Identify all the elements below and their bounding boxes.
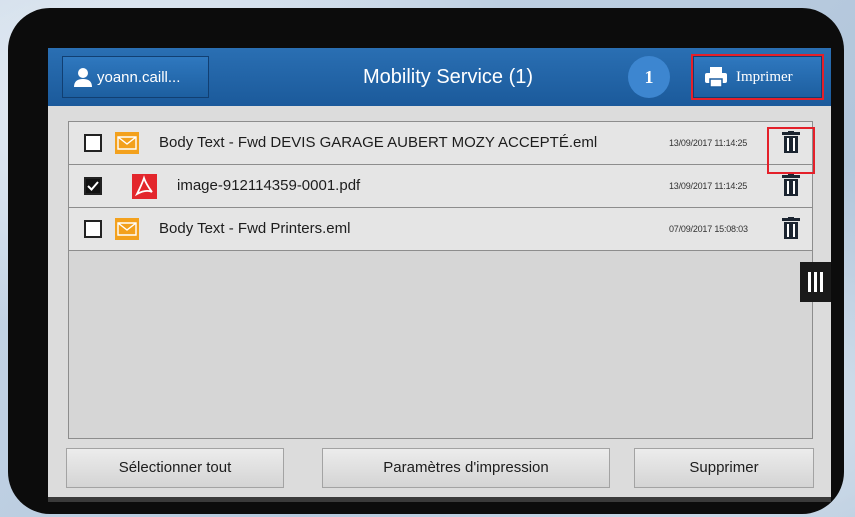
email-icon	[115, 218, 139, 240]
bottom-bar	[48, 497, 831, 502]
file-row[interactable]: image-912114359-0001.pdf 13/09/2017 11:1…	[69, 165, 812, 208]
file-name: Body Text - Fwd DEVIS GARAGE AUBERT MOZY…	[159, 134, 598, 151]
file-row[interactable]: Body Text - Fwd Printers.eml 07/09/2017 …	[69, 208, 812, 251]
trash-icon[interactable]	[782, 217, 800, 239]
print-label: Imprimer	[736, 68, 793, 85]
scroll-handle[interactable]	[800, 262, 831, 302]
file-date: 07/09/2017 15:08:03	[669, 224, 748, 234]
file-list: Body Text - Fwd DEVIS GARAGE AUBERT MOZY…	[68, 121, 813, 439]
delete-button[interactable]: Supprimer	[634, 448, 814, 488]
print-settings-button[interactable]: Paramètres d'impression	[322, 448, 610, 488]
job-count-badge: 1	[628, 56, 670, 98]
checkmark-icon	[87, 181, 99, 191]
page-title: Mobility Service (1)	[362, 66, 534, 88]
file-date: 13/09/2017 11:14:25	[669, 181, 748, 191]
device-frame: yoann.caill... Mobility Service (1) 1 Im…	[8, 8, 844, 514]
file-date: 13/09/2017 11:14:25	[669, 138, 748, 148]
file-row[interactable]: Body Text - Fwd DEVIS GARAGE AUBERT MOZY…	[69, 122, 812, 165]
user-icon	[74, 68, 92, 87]
file-name: Body Text - Fwd Printers.eml	[159, 220, 351, 237]
header-bar: yoann.caill... Mobility Service (1) 1 Im…	[48, 48, 831, 106]
file-name: image-912114359-0001.pdf	[177, 177, 361, 194]
print-button[interactable]: Imprimer	[693, 56, 822, 98]
trash-icon[interactable]	[782, 131, 800, 153]
pdf-icon	[132, 174, 157, 199]
user-button[interactable]: yoann.caill...	[62, 56, 209, 98]
file-checkbox[interactable]	[84, 177, 102, 195]
user-name: yoann.caill...	[97, 68, 181, 86]
email-icon	[115, 132, 139, 154]
file-checkbox[interactable]	[84, 220, 102, 238]
file-checkbox[interactable]	[84, 134, 102, 152]
printer-icon	[705, 67, 727, 88]
trash-icon[interactable]	[782, 174, 800, 196]
screen: yoann.caill... Mobility Service (1) 1 Im…	[48, 48, 831, 502]
select-all-button[interactable]: Sélectionner tout	[66, 448, 284, 488]
